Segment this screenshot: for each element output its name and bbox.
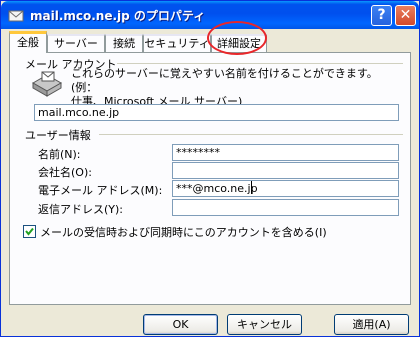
user-info-section-label: ユーザー情報 xyxy=(25,129,91,142)
section-divider xyxy=(117,63,403,64)
name-field[interactable]: ******** xyxy=(172,144,399,161)
annotation-circle xyxy=(207,21,267,55)
section-divider xyxy=(99,134,403,135)
include-account-checkbox[interactable] xyxy=(23,225,36,238)
name-label: 名前(N): xyxy=(38,148,81,161)
company-field[interactable] xyxy=(172,162,399,179)
mail-account-description: これらのサーバーに覚えやすい名前を付けることができます。(例： 仕事、Micro… xyxy=(71,67,401,109)
tab-servers[interactable]: サーバー xyxy=(47,34,105,52)
email-label: 電子メール アドレス(M): xyxy=(38,184,163,197)
mail-account-icon xyxy=(8,10,24,22)
close-button[interactable]: ✕ xyxy=(395,5,416,26)
include-account-label[interactable]: メールの受信時および同期時にこのアカウントを含める(I) xyxy=(40,224,327,240)
account-name-input[interactable]: mail.mco.ne.jp xyxy=(34,104,399,121)
tab-connection[interactable]: 接続 xyxy=(105,34,143,52)
reply-address-label: 返信アドレス(Y): xyxy=(38,203,124,216)
tab-security[interactable]: セキュリティ xyxy=(143,34,211,52)
cancel-button[interactable]: キャンセル xyxy=(227,314,302,335)
text-cursor xyxy=(251,181,252,194)
window-title: mail.mco.ne.jp のプロパティ xyxy=(30,9,206,23)
ok-button[interactable]: OK xyxy=(143,314,218,335)
company-label: 会社名(O): xyxy=(38,166,92,179)
check-icon xyxy=(25,227,34,236)
mail-account-icon xyxy=(31,71,63,97)
description-line: これらのサーバーに覚えやすい名前を付けることができます。(例： xyxy=(71,67,378,94)
email-field[interactable]: ***@mco.ne.jp xyxy=(172,180,399,197)
reply-address-field[interactable] xyxy=(172,199,399,216)
properties-dialog: mail.mco.ne.jp のプロパティ ? ✕ 全般 サーバー 接続 セキュ… xyxy=(0,0,420,337)
help-button[interactable]: ? xyxy=(371,5,392,26)
title-bar[interactable]: mail.mco.ne.jp のプロパティ ? ✕ xyxy=(1,1,419,29)
apply-button[interactable]: 適用(A) xyxy=(334,314,409,335)
tab-general[interactable]: 全般 xyxy=(9,31,47,53)
